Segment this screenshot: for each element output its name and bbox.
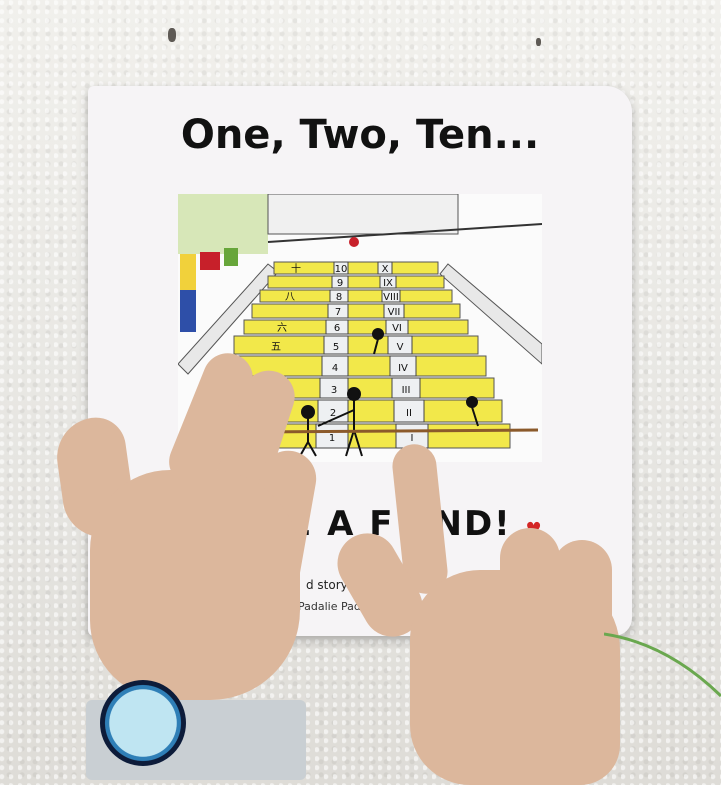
roman-numeral: V — [397, 342, 404, 353]
cjk-numeral: 八 — [285, 292, 295, 303]
plant-stem — [604, 632, 721, 698]
roman-numeral: X — [382, 264, 389, 275]
roman-numeral: VI — [392, 323, 402, 334]
cjk-numeral: 六 — [277, 322, 287, 334]
step-number: 9 — [337, 278, 343, 289]
step-number: 8 — [336, 292, 342, 303]
left-hand-palm — [90, 470, 300, 700]
watch-icon — [100, 680, 186, 766]
step-number: 1 — [329, 433, 335, 444]
roman-numeral: II — [406, 408, 412, 419]
roman-numeral: VIII — [383, 292, 399, 303]
wall-mark — [168, 28, 176, 42]
roman-numeral: IX — [383, 278, 393, 289]
step-number: 5 — [333, 342, 339, 353]
step-number: 6 — [334, 323, 340, 334]
step-number: 4 — [332, 363, 338, 374]
roman-numeral: IV — [398, 363, 408, 374]
wall-mark — [536, 38, 541, 46]
roman-numeral: VII — [388, 307, 401, 318]
book-title: One, Two, Ten... — [180, 112, 540, 158]
cjk-numeral: 十 — [291, 262, 301, 275]
roman-numeral: III — [402, 385, 411, 396]
step-number: 7 — [335, 307, 341, 318]
right-hand-palm — [410, 570, 620, 785]
step-number: 10 — [335, 264, 348, 275]
step-number: 3 — [331, 385, 337, 396]
roman-numeral: I — [411, 433, 414, 444]
cjk-numeral: 五 — [271, 342, 281, 353]
